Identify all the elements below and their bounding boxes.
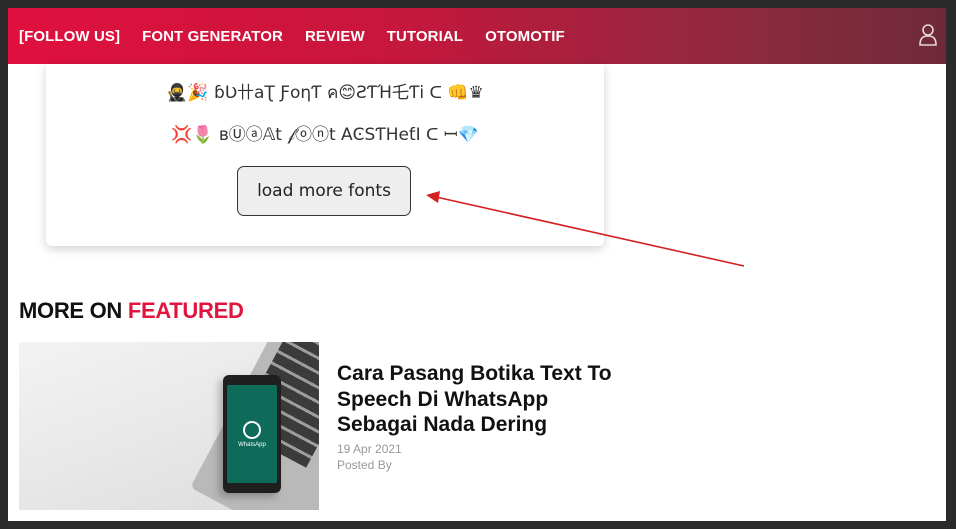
- post-title-link[interactable]: Cara Pasang Botika Text To Speech Di Wha…: [337, 361, 627, 438]
- whatsapp-label: WhatsApp: [238, 441, 266, 448]
- load-more-fonts-button[interactable]: load more fonts: [237, 166, 411, 216]
- whatsapp-icon: [243, 420, 261, 439]
- phone-image: WhatsApp: [223, 375, 281, 493]
- post-author: Posted By: [337, 458, 392, 472]
- more-on-featured-heading: MORE ON FEATURED: [19, 298, 244, 324]
- font-style-line[interactable]: 🥷🎉 ɓƲ卄aƮ ƑoηƬ ค😊ƧƬΉ乇Ƭi ᑕ 👊♛: [46, 78, 604, 106]
- heading-accent: FEATURED: [127, 298, 244, 323]
- whatsapp-screen: WhatsApp: [227, 385, 277, 483]
- nav-otomotif[interactable]: OTOMOTIF: [485, 28, 565, 45]
- nav-tutorial[interactable]: TUTORIAL: [387, 28, 463, 45]
- nav-review[interactable]: REVIEW: [305, 28, 365, 45]
- user-icon[interactable]: [919, 24, 937, 46]
- top-navigation-bar: [FOLLOW US] FONT GENERATOR REVIEW TUTORI…: [8, 8, 946, 64]
- font-style-line[interactable]: 💢🌷 ʙⓊⓐ𝔸t 𝒻ⓞⓝt ΑϾЅƬΗeƭΙ ᑕ ꟷ💎: [46, 120, 604, 145]
- heading-prefix: MORE ON: [19, 298, 123, 323]
- nav-follow-us[interactable]: [FOLLOW US]: [19, 28, 120, 45]
- browser-viewport: [FOLLOW US] FONT GENERATOR REVIEW TUTORI…: [8, 8, 946, 521]
- font-results-card: 🥷🎉 ɓƲ卄aƮ ƑoηƬ ค😊ƧƬΉ乇Ƭi ᑕ 👊♛ 💢🌷 ʙⓊⓐ𝔸t 𝒻ⓞⓝ…: [46, 64, 604, 246]
- post-date: 19 Apr 2021: [337, 442, 402, 456]
- post-thumbnail[interactable]: WhatsApp: [19, 342, 319, 510]
- nav-font-generator[interactable]: FONT GENERATOR: [142, 28, 283, 45]
